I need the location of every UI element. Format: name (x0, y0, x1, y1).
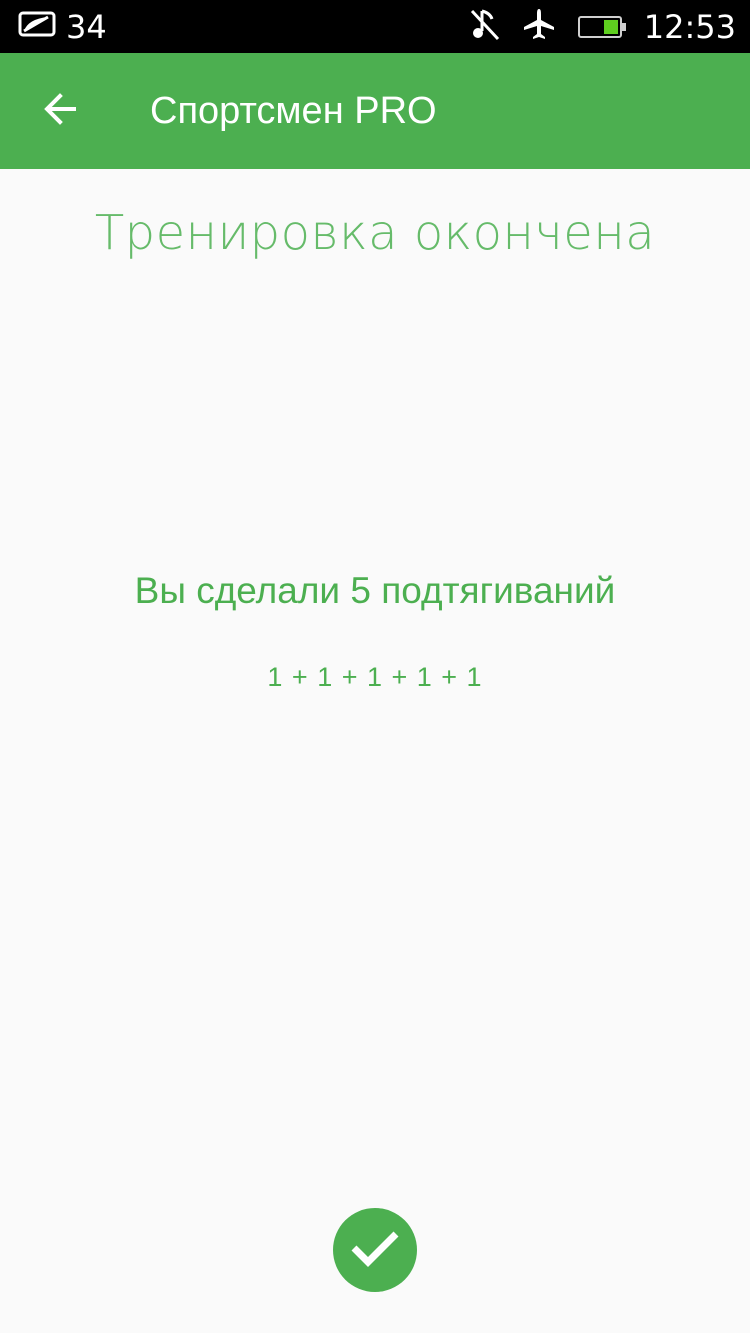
workout-summary: Вы сделали 5 подтягиваний (134, 570, 616, 611)
back-button[interactable] (24, 75, 96, 147)
reps-breakdown: 1 + 1 + 1 + 1 + 1 (267, 662, 483, 692)
status-bar-left: 34 (18, 0, 107, 53)
notification-count: 34 (66, 7, 107, 46)
done-button[interactable] (333, 1208, 417, 1292)
screen: 34 12:53 Спортсмен PRO Тренировка оконче… (0, 0, 750, 1333)
check-icon (349, 1228, 401, 1273)
battery-icon (577, 15, 626, 38)
message-icon (18, 9, 58, 44)
battery-level (603, 19, 618, 34)
status-bar-right: 12:53 (470, 0, 736, 53)
airplane-mode-icon (522, 7, 556, 46)
music-off-icon (470, 7, 500, 46)
app-bar: Спортсмен PRO (0, 53, 750, 169)
arrow-back-icon (40, 89, 80, 134)
status-bar: 34 12:53 (0, 0, 750, 53)
app-title: Спортсмен PRO (150, 90, 437, 132)
status-time: 12:53 (643, 7, 736, 46)
workout-finished-title: Тренировка окончена (94, 205, 656, 261)
